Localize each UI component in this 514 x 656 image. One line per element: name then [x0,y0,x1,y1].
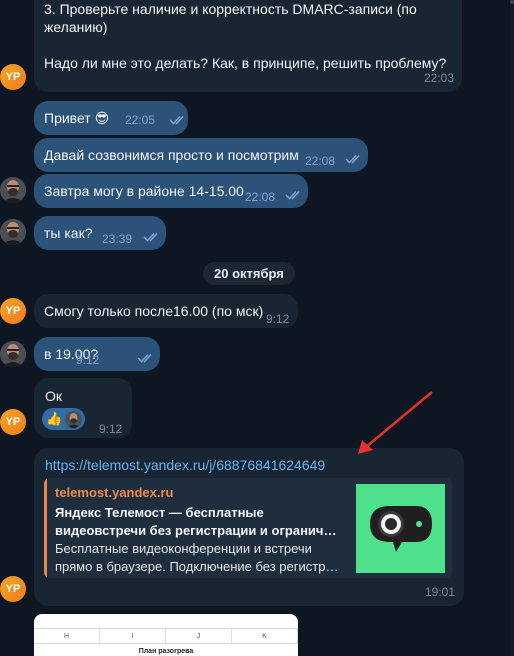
message-text: Привет 😎 [44,110,110,126]
message-time: 22:08 [245,190,276,204]
reactor-avatar-icon [65,410,83,428]
double-check-icon [143,232,158,242]
double-check-icon [285,190,300,200]
avatar[interactable]: YP [0,409,26,435]
message-time: 22:08 [305,154,336,168]
message-line: 3. Проверьте наличие и корректность DMAR… [44,1,417,17]
avatar[interactable]: YP [0,298,26,324]
preview-title-line: видеовстречи без регистрации и огранич… [55,523,337,538]
avatar[interactable] [0,177,26,203]
double-check-icon [137,353,152,363]
reaction-chip[interactable]: 👍 [42,408,86,430]
scrollbar-track[interactable] [510,0,514,656]
sheet-title: План разогрева [138,648,194,655]
avatar[interactable] [0,219,26,245]
preview-description: Бесплатные видеоконференции и встречи пр… [55,540,347,576]
sheet-column: K [232,629,298,643]
message-outgoing[interactable]: Давай созвонимся просто и посмотрим 22:0… [34,138,368,172]
message-time: 19:01 [424,585,455,599]
avatar-initials: YP [5,305,21,317]
avatar-photo-icon [0,177,26,203]
message-incoming[interactable]: 3. Проверьте наличие и корректность DMAR… [34,0,462,92]
message-time: 9:12 [99,422,123,436]
message-link[interactable]: https://telemost.yandex.ru/j/68876841624… [45,456,325,474]
preview-site-name: telemost.yandex.ru [55,485,174,500]
link-preview[interactable]: telemost.yandex.ru Яндекс Телемост — бес… [44,478,452,578]
message-text: 3. Проверьте наличие и корректность DMAR… [44,0,446,72]
sheet-column: H [34,629,100,643]
preview-title: Яндекс Телемост — бесплатные видеовстреч… [55,504,347,540]
preview-thumbnail[interactable] [356,484,445,573]
message-outgoing[interactable]: в 19.00? 9:12 [34,337,160,371]
message-line: желанию) [44,19,108,35]
message-time: 9:12 [266,312,290,326]
avatar-initials: YP [5,416,21,428]
preview-title-line: Яндекс Телемост — бесплатные [55,505,264,520]
message-incoming[interactable]: Смогу только после16.00 (по мск) 9:12 [34,294,298,328]
double-check-icon [345,154,360,164]
message-text: ты как? [44,225,93,241]
message-time: 22:05 [125,113,156,127]
preview-desc-line: прямо в браузере. Подключение без регист… [55,559,339,574]
sheet-column: J [166,629,232,643]
telemost-logo-icon [356,484,445,573]
date-divider: 20 октября [203,262,295,285]
preview-desc-line: Бесплатные видеоконференции и встречи [55,541,312,556]
avatar[interactable]: YP [0,576,26,602]
message-outgoing[interactable]: Завтра могу в районе 14-15.00 22:08 [34,174,308,208]
sheet-column: I [100,629,166,643]
avatar-initials: YP [5,583,21,595]
avatar-initials: YP [5,71,21,83]
preview-accent-bar [44,478,47,578]
message-text: Ок [45,388,63,404]
message-time: 23:39 [102,232,133,246]
sheet-column-headers: H I J K [34,628,298,644]
thumbs-up-icon: 👍 [46,411,63,426]
scrollbar-thumb[interactable] [510,0,514,4]
message-time: 22:03 [423,71,454,85]
message-text: Давай созвонимся просто и посмотрим [44,147,299,163]
avatar[interactable]: YP [0,64,26,90]
message-text: Завтра могу в районе 14-15.00 [44,183,244,199]
message-line: Надо ли мне это делать? Как, в принципе,… [44,55,447,71]
avatar-photo-icon [0,219,26,245]
avatar-photo-icon [0,341,26,367]
message-text: Смогу только после16.00 (по мск) [44,303,264,319]
message-time: 9:12 [76,353,100,367]
message-outgoing[interactable]: ты как? 23:39 [34,216,166,250]
message-outgoing[interactable]: Привет 😎 22:05 [34,101,188,135]
double-check-icon [169,115,184,125]
message-incoming[interactable]: Ок 👍 9:12 [34,378,132,438]
image-message-spreadsheet[interactable]: H I J K План разогрева [34,614,298,656]
avatar[interactable] [0,341,26,367]
